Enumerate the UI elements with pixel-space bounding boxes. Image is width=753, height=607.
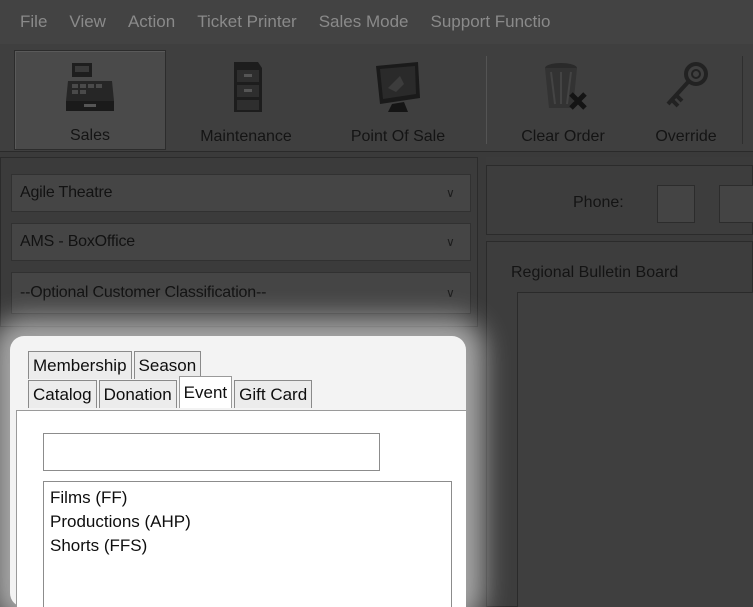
menu-sales-mode[interactable]: Sales Mode <box>319 12 409 32</box>
menu-file[interactable]: File <box>20 12 47 32</box>
menu-ticket-printer[interactable]: Ticket Printer <box>197 12 297 32</box>
file-cabinet-icon <box>234 62 262 112</box>
clear-order-button-label: Clear Order <box>521 128 605 145</box>
override-button-label: Override <box>655 128 717 145</box>
tab-season[interactable]: Season <box>133 351 202 379</box>
customer-classification-value: --Optional Customer Classification-- <box>20 284 267 301</box>
toolbar-separator <box>742 56 743 144</box>
menu-bar: File View Action Ticket Printer Sales Mo… <box>0 0 753 44</box>
tab-gift-card[interactable]: Gift Card <box>234 380 313 408</box>
phone-group: Phone: <box>486 165 753 235</box>
list-item[interactable]: Shorts (FFS) <box>50 534 445 558</box>
list-item[interactable]: Films (FF) <box>50 486 445 510</box>
tab-donation[interactable]: Donation <box>98 380 177 408</box>
event-list[interactable]: Films (FF) Productions (AHP) Shorts (FFS… <box>43 481 452 607</box>
phone-label: Phone: <box>573 194 624 211</box>
tab-event[interactable]: Event <box>178 376 233 408</box>
point-of-sale-button-label: Point Of Sale <box>350 128 446 145</box>
monitor-icon <box>376 62 420 112</box>
clear-order-button[interactable]: Clear Order <box>500 50 626 150</box>
chevron-down-icon: ∨ <box>446 186 455 200</box>
customer-panel: Phone: Regional Bulletin Board <box>486 157 753 607</box>
tab-catalog[interactable]: Catalog <box>28 380 97 408</box>
list-item[interactable]: Productions (AHP) <box>50 510 445 534</box>
menu-support-functions[interactable]: Support Functio <box>431 12 551 32</box>
maintenance-button[interactable]: Maintenance <box>176 50 316 150</box>
chevron-down-icon: ∨ <box>446 235 455 249</box>
point-of-sale-button[interactable]: Point Of Sale <box>324 50 472 150</box>
location-select-value: AMS - BoxOffice <box>20 233 135 250</box>
cash-register-icon <box>66 63 114 111</box>
toolbar-separator <box>486 56 487 144</box>
toolbar: Sales Maintenance Point Of Sale Clear Or… <box>0 44 753 152</box>
customer-classification-select[interactable]: --Optional Customer Classification-- ∨ <box>11 272 471 314</box>
sales-button-label: Sales <box>69 127 111 144</box>
selection-panel: Agile Theatre ∨ AMS - BoxOffice ∨ --Opti… <box>0 157 478 327</box>
tab-row-bottom: Catalog Donation Event Gift Card <box>28 376 313 408</box>
bulletin-board-content[interactable] <box>517 292 753 607</box>
organization-select-value: Agile Theatre <box>20 184 113 201</box>
tab-row-top: Membership Season <box>28 351 202 379</box>
event-search-input[interactable] <box>43 433 380 471</box>
chevron-down-icon: ∨ <box>446 286 455 300</box>
menu-view[interactable]: View <box>69 12 106 32</box>
bulletin-board-title: Regional Bulletin Board <box>511 264 679 281</box>
trash-can-icon <box>545 63 587 110</box>
sales-button[interactable]: Sales <box>14 50 166 150</box>
organization-select[interactable]: Agile Theatre ∨ <box>11 174 471 212</box>
location-select[interactable]: AMS - BoxOffice ∨ <box>11 223 471 261</box>
maintenance-button-label: Maintenance <box>200 128 292 145</box>
override-button[interactable]: Override <box>636 50 736 150</box>
tab-membership[interactable]: Membership <box>28 351 132 379</box>
menu-action[interactable]: Action <box>128 12 175 32</box>
bulletin-board: Regional Bulletin Board <box>486 241 753 607</box>
phone-number-input[interactable] <box>719 185 753 223</box>
key-icon <box>666 62 708 108</box>
phone-area-code-input[interactable] <box>657 185 695 223</box>
